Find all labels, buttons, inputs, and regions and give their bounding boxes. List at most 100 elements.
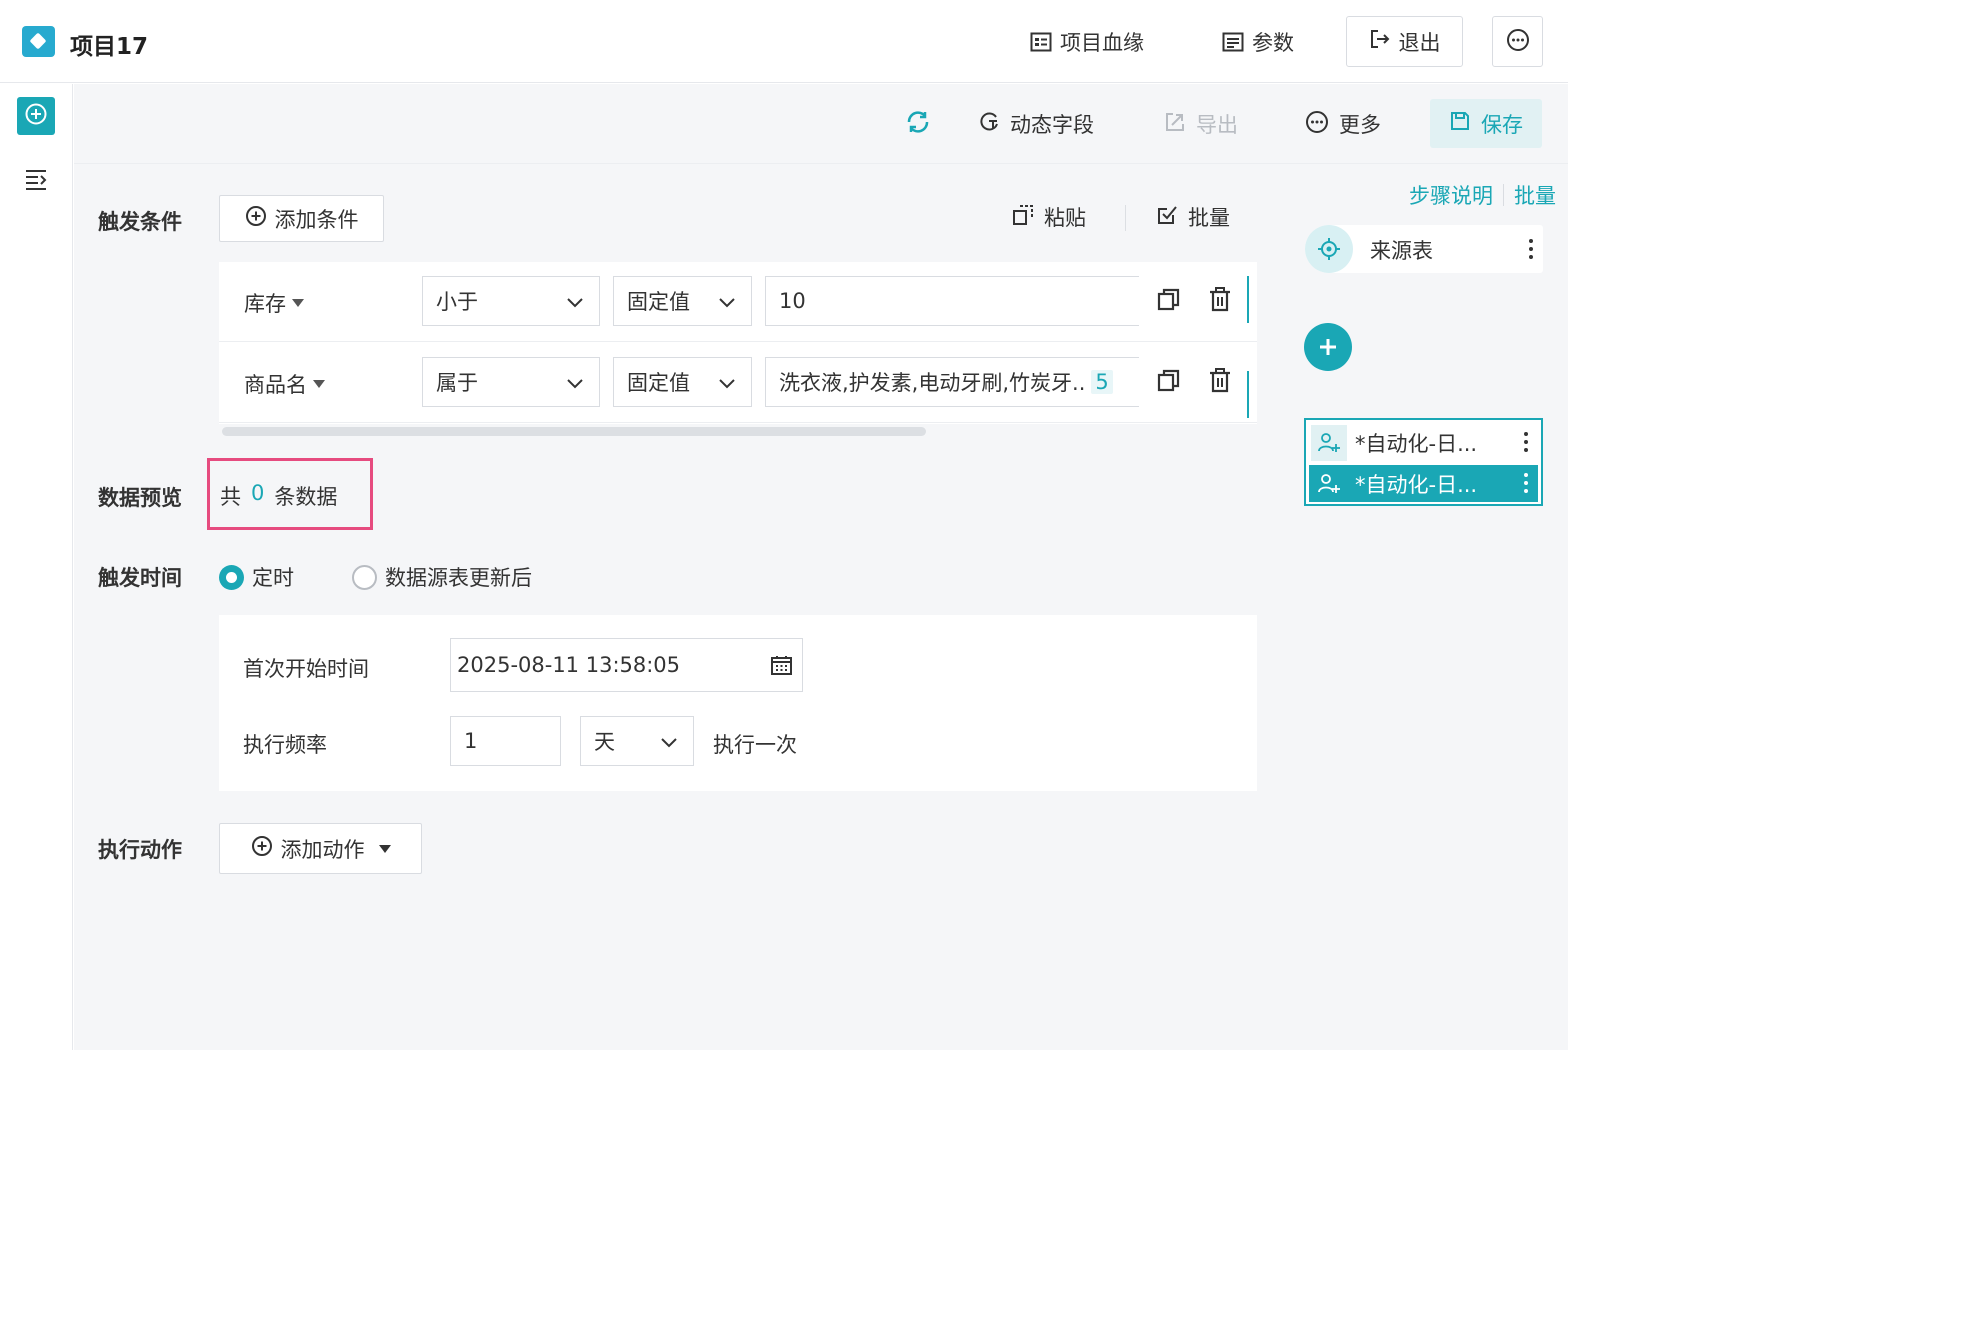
- paste-icon: [1012, 204, 1034, 231]
- first-start-value: 2025-08-11 13:58:05: [457, 653, 681, 677]
- step-batch-link[interactable]: 批量: [1514, 180, 1556, 210]
- refresh-button[interactable]: [905, 106, 931, 142]
- plus-icon: [1320, 339, 1336, 355]
- condition-field-select[interactable]: 商品名: [244, 369, 325, 399]
- export-label: 导出: [1196, 113, 1238, 137]
- header-more-button[interactable]: [1492, 16, 1543, 67]
- data-preview-prefix: 共: [220, 485, 241, 509]
- operator-value: 小于: [436, 290, 478, 314]
- chevron-down-icon: [565, 292, 585, 317]
- save-icon: [1449, 110, 1471, 137]
- lineage-icon: [1030, 31, 1052, 53]
- toolbar-more-button[interactable]: 更多: [1305, 106, 1381, 142]
- frequency-value: 1: [464, 729, 478, 753]
- flow-connector: [1247, 371, 1249, 418]
- add-circle-icon: [251, 835, 273, 862]
- source-table-node[interactable]: 来源表: [1305, 225, 1543, 273]
- delete-icon[interactable]: [1209, 368, 1233, 394]
- caret-down-icon: [313, 380, 325, 388]
- target-icon: [1305, 225, 1353, 273]
- add-action-label: 添加动作: [280, 837, 365, 862]
- data-preview-count: 共 0 条数据: [220, 481, 337, 511]
- dynamic-field-icon: [978, 111, 1000, 138]
- save-button[interactable]: 保存: [1430, 99, 1542, 148]
- action-step-item[interactable]: *自动化-日...: [1309, 424, 1538, 461]
- condition-value: 洗衣液,护发素,电动牙刷,竹炭牙..: [779, 371, 1086, 395]
- condition-value-input[interactable]: 洗衣液,护发素,电动牙刷,竹炭牙.. 5: [765, 357, 1139, 407]
- radio-after-source-update[interactable]: 数据源表更新后: [352, 562, 532, 592]
- add-step-button[interactable]: [1304, 323, 1352, 371]
- rail-add-button[interactable]: [17, 97, 55, 135]
- first-start-label: 首次开始时间: [243, 657, 369, 681]
- first-start-datetime-input[interactable]: 2025-08-11 13:58:05: [450, 638, 803, 692]
- kebab-menu-icon[interactable]: [1524, 473, 1528, 493]
- rail-list-button[interactable]: [24, 168, 48, 194]
- radio-checked-icon: [219, 564, 244, 590]
- execute-action-label: 执行动作: [98, 838, 182, 862]
- calendar-icon: [771, 655, 792, 680]
- add-circle-icon: [24, 102, 48, 130]
- refresh-icon: [905, 109, 931, 140]
- operator-select[interactable]: 小于: [422, 276, 600, 326]
- project-lineage-label: 项目血缘: [1060, 31, 1144, 55]
- step-links: 步骤说明 批量: [1409, 180, 1556, 210]
- batch-check-icon: [1156, 204, 1178, 231]
- paste-label: 粘贴: [1044, 206, 1086, 230]
- action-step-group: *自动化-日... *自动化-日...: [1304, 418, 1543, 506]
- value-type-value: 固定值: [627, 371, 690, 395]
- frequency-suffix: 执行一次: [713, 733, 797, 757]
- kebab-menu-icon[interactable]: [1529, 239, 1533, 259]
- copy-icon[interactable]: [1157, 368, 1181, 394]
- exit-button[interactable]: 退出: [1346, 16, 1463, 67]
- condition-value-input[interactable]: 10: [765, 276, 1139, 326]
- condition-field-label: 商品名: [244, 373, 307, 397]
- radio-after-source-update-label: 数据源表更新后: [385, 566, 532, 590]
- chevron-down-icon: [717, 292, 737, 317]
- top-header: 项目17 项目血缘 参数 退出: [0, 0, 1568, 83]
- value-type-select[interactable]: 固定值: [613, 276, 752, 326]
- caret-down-icon: [292, 299, 304, 307]
- dynamic-field-button[interactable]: 动态字段: [978, 106, 1094, 142]
- exit-label: 退出: [1398, 30, 1441, 55]
- frequency-unit-select[interactable]: 天: [580, 716, 694, 766]
- condition-field-select[interactable]: 库存: [244, 288, 304, 318]
- value-count-badge: 5: [1091, 370, 1113, 394]
- add-action-button[interactable]: 添加动作: [219, 823, 422, 874]
- paste-button[interactable]: 粘贴: [1012, 202, 1086, 232]
- radio-scheduled[interactable]: 定时: [219, 562, 294, 592]
- condition-value: 10: [779, 289, 806, 313]
- batch-button[interactable]: 批量: [1156, 202, 1230, 232]
- link-divider: [1503, 184, 1504, 206]
- toolbar: 动态字段 导出 更多 保存: [74, 84, 1568, 164]
- frequency-label: 执行频率: [243, 733, 327, 757]
- schedule-panel: 首次开始时间 2025-08-11 13:58:05 执行频率 1 天 执行一次: [219, 615, 1257, 791]
- condition-row: 商品名 属于 固定值 洗衣液,护发素,电动牙刷,竹炭牙.. 5: [219, 343, 1257, 423]
- flow-connector: [1247, 276, 1249, 323]
- dynamic-field-label: 动态字段: [1010, 113, 1094, 137]
- kebab-menu-icon[interactable]: [1524, 432, 1528, 452]
- delete-icon[interactable]: [1209, 287, 1233, 313]
- action-step-item-active[interactable]: *自动化-日...: [1309, 465, 1538, 502]
- app-root: 项目17 项目血缘 参数 退出 动态字段 导出 更多 保存 触发条件 添加条件 …: [0, 0, 1568, 1050]
- project-lineage-button[interactable]: 项目血缘: [1030, 24, 1144, 60]
- params-label: 参数: [1252, 31, 1294, 55]
- export-button[interactable]: 导出: [1164, 106, 1238, 142]
- more-dots-icon: [1506, 28, 1530, 56]
- operator-select[interactable]: 属于: [422, 357, 600, 407]
- action-step-label: *自动化-日...: [1355, 472, 1478, 497]
- horizontal-scrollbar[interactable]: [222, 427, 926, 436]
- params-button[interactable]: 参数: [1222, 24, 1294, 60]
- copy-icon[interactable]: [1157, 287, 1181, 313]
- value-type-select[interactable]: 固定值: [613, 357, 752, 407]
- add-condition-button[interactable]: 添加条件: [219, 195, 384, 242]
- automation-icon: [1311, 424, 1347, 461]
- left-rail: [0, 84, 73, 1050]
- step-desc-link[interactable]: 步骤说明: [1409, 180, 1493, 210]
- frequency-value-input[interactable]: 1: [450, 716, 561, 766]
- export-icon: [1164, 111, 1186, 138]
- source-table-label: 来源表: [1370, 239, 1433, 263]
- save-label: 保存: [1481, 112, 1523, 137]
- project-title: 项目17: [70, 34, 149, 60]
- value-type-value: 固定值: [627, 290, 690, 314]
- condition-field-label: 库存: [244, 292, 286, 316]
